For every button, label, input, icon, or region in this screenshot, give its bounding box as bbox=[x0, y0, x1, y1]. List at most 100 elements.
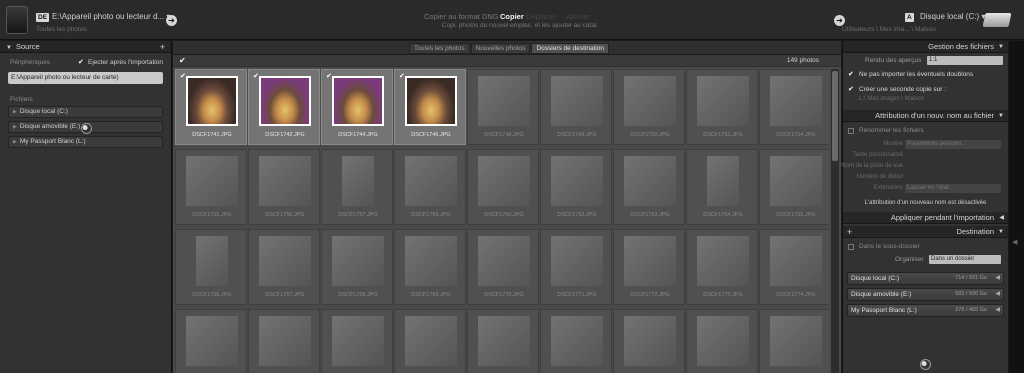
photo-cell[interactable] bbox=[467, 309, 539, 373]
photo-thumbnail[interactable] bbox=[551, 76, 603, 126]
photo-cell[interactable]: DSCF1767.JPG bbox=[248, 229, 320, 305]
photo-cell[interactable]: ✔ DSCF1746.JPG bbox=[394, 69, 466, 145]
photo-thumbnail[interactable] bbox=[697, 316, 749, 366]
photo-thumbnail[interactable] bbox=[624, 236, 676, 286]
photo-cell[interactable]: DSCF1754.JPG bbox=[759, 69, 829, 145]
rename-files-checkbox[interactable]: Renommer les fichiers bbox=[843, 125, 1008, 137]
photo-thumbnail[interactable] bbox=[196, 236, 228, 286]
photo-thumbnail[interactable] bbox=[259, 76, 311, 126]
photo-cell[interactable] bbox=[248, 309, 320, 373]
extensions-select[interactable]: Laisser en l'état bbox=[905, 184, 1001, 193]
photo-thumbnail[interactable] bbox=[405, 236, 457, 286]
source-path-item[interactable]: E:\Appareil photo ou lecteur de carte) bbox=[8, 72, 163, 84]
photo-cell[interactable]: DSCF1757.JPG bbox=[321, 149, 393, 225]
grid-scrollbar[interactable] bbox=[831, 69, 839, 373]
photo-cell[interactable] bbox=[394, 309, 466, 373]
photo-cell[interactable]: DSCF1763.JPG bbox=[613, 149, 685, 225]
photo-thumbnail[interactable] bbox=[624, 316, 676, 366]
photo-thumbnail[interactable] bbox=[259, 156, 311, 206]
photo-thumbnail[interactable] bbox=[551, 236, 603, 286]
tab-new-photos[interactable]: Nouvelles photos bbox=[470, 43, 531, 54]
rename-header[interactable]: Attribution d'un nouv. nom au fichier ▼ bbox=[843, 110, 1008, 122]
organize-select[interactable]: Dans un dossier bbox=[929, 255, 1001, 264]
photo-cell[interactable]: DSCF1774.JPG bbox=[759, 229, 829, 305]
mode-move[interactable]: Déplacer bbox=[526, 12, 556, 21]
photo-thumbnail[interactable] bbox=[697, 76, 749, 126]
photo-cell[interactable]: DSCF1764.JPG bbox=[686, 149, 758, 225]
photo-cell[interactable] bbox=[175, 309, 247, 373]
preview-render-select[interactable]: 1:1 bbox=[927, 56, 1003, 65]
photo-cell[interactable]: ✔ DSCF1741.JPG bbox=[175, 69, 247, 145]
photo-cell[interactable]: DSCF1755.JPG bbox=[175, 149, 247, 225]
drive-item-c[interactable]: ▶ Disque local (C:) bbox=[8, 106, 163, 118]
dest-drive-l[interactable]: My Passport Blanc (L:) 278 / 465 Go ◀ bbox=[847, 304, 1004, 317]
mode-copy-dng[interactable]: Copier au format DNG bbox=[424, 12, 499, 21]
photo-thumbnail[interactable] bbox=[186, 76, 238, 126]
photo-cell[interactable] bbox=[540, 309, 612, 373]
apply-during-import-header[interactable]: Appliquer pendant l'importation ◀ bbox=[843, 212, 1008, 224]
photo-thumbnail[interactable] bbox=[770, 236, 822, 286]
destination-selector[interactable]: Disque local (C:) ▾ bbox=[920, 12, 985, 21]
photo-cell[interactable]: DSCF1748.JPG bbox=[467, 69, 539, 145]
photo-thumbnail[interactable] bbox=[770, 316, 822, 366]
photo-cell[interactable]: DSCF1768.JPG bbox=[321, 229, 393, 305]
photo-cell[interactable]: DSCF1756.JPG bbox=[248, 149, 320, 225]
photo-thumbnail[interactable] bbox=[332, 236, 384, 286]
photo-cell[interactable]: DSCF1762.JPG bbox=[540, 149, 612, 225]
destination-header[interactable]: + Destination ▼ bbox=[843, 226, 1008, 238]
photo-cell[interactable]: ✔ DSCF1742.JPG bbox=[248, 69, 320, 145]
photo-thumbnail[interactable] bbox=[697, 236, 749, 286]
photo-cell[interactable]: DSCF1759.JPG bbox=[394, 149, 466, 225]
photo-cell[interactable] bbox=[321, 309, 393, 373]
mode-add[interactable]: Ajouter bbox=[566, 12, 590, 21]
photo-thumbnail[interactable] bbox=[551, 316, 603, 366]
check-icon[interactable]: ✔ bbox=[399, 72, 405, 80]
photo-cell[interactable]: DSCF1749.JPG bbox=[540, 69, 612, 145]
photo-thumbnail[interactable] bbox=[332, 76, 384, 126]
scroll-thumb[interactable] bbox=[832, 71, 838, 161]
photo-thumbnail[interactable] bbox=[405, 156, 457, 206]
photo-cell[interactable]: DSCF1760.JPG bbox=[467, 149, 539, 225]
photo-cell[interactable]: ✔ DSCF1744.JPG bbox=[321, 69, 393, 145]
photo-thumbnail[interactable] bbox=[405, 316, 457, 366]
subfolder-checkbox[interactable]: Dans le sous-dossier bbox=[843, 241, 1008, 253]
photo-cell[interactable]: DSCF1765.JPG bbox=[759, 149, 829, 225]
model-select[interactable]: Paramètres personn... bbox=[905, 140, 1001, 149]
tab-destination-folders[interactable]: Dossiers de destination bbox=[531, 43, 610, 54]
second-copy-path[interactable]: L:\ Mes images \ Maison bbox=[843, 96, 1008, 106]
photo-thumbnail[interactable] bbox=[259, 236, 311, 286]
photo-cell[interactable]: DSCF1772.JPG bbox=[613, 229, 685, 305]
check-icon[interactable]: ✔ bbox=[180, 72, 186, 80]
photo-cell[interactable]: DSCF1771.JPG bbox=[540, 229, 612, 305]
photo-thumbnail[interactable] bbox=[478, 76, 530, 126]
source-panel-header[interactable]: ▼ Source + bbox=[0, 41, 171, 53]
photo-thumbnail[interactable] bbox=[770, 76, 822, 126]
photo-thumbnail[interactable] bbox=[624, 76, 676, 126]
photo-thumbnail[interactable] bbox=[478, 236, 530, 286]
no-duplicates-checkbox[interactable]: ✔ Ne pas importer les éventuels doublons bbox=[843, 69, 1008, 81]
photo-thumbnail[interactable] bbox=[405, 76, 457, 126]
photo-thumbnail[interactable] bbox=[478, 316, 530, 366]
photo-cell[interactable] bbox=[759, 309, 829, 373]
photo-thumbnail[interactable] bbox=[332, 316, 384, 366]
check-icon[interactable]: ✔ bbox=[253, 72, 259, 80]
file-management-header[interactable]: Gestion des fichiers ▼ bbox=[843, 41, 1008, 53]
photo-thumbnail[interactable] bbox=[186, 316, 238, 366]
second-copy-checkbox[interactable]: ✔ Créer une seconde copie sur : bbox=[843, 84, 1008, 96]
photo-cell[interactable]: DSCF1766.JPG bbox=[175, 229, 247, 305]
photo-cell[interactable] bbox=[686, 309, 758, 373]
check-icon[interactable]: ✔ bbox=[326, 72, 332, 80]
photo-thumbnail[interactable] bbox=[551, 156, 603, 206]
photo-thumbnail[interactable] bbox=[259, 316, 311, 366]
plus-icon[interactable]: + bbox=[160, 41, 165, 53]
mode-copy[interactable]: Copier bbox=[500, 12, 524, 21]
photo-cell[interactable]: DSCF1773.JPG bbox=[686, 229, 758, 305]
photo-cell[interactable]: DSCF1750.JPG bbox=[613, 69, 685, 145]
drive-item-l[interactable]: ▶ My Passport Blanc (L:) bbox=[8, 136, 163, 148]
eject-after-import-checkbox[interactable]: ✔ Ejecter après l'importation bbox=[78, 59, 163, 66]
tab-all-photos[interactable]: Toutes les photos bbox=[409, 43, 470, 54]
check-all-icon[interactable]: ✔ bbox=[179, 56, 186, 65]
photo-cell[interactable]: DSCF1751.JPG bbox=[686, 69, 758, 145]
photo-thumbnail[interactable] bbox=[478, 156, 530, 206]
photo-thumbnail[interactable] bbox=[770, 156, 822, 206]
